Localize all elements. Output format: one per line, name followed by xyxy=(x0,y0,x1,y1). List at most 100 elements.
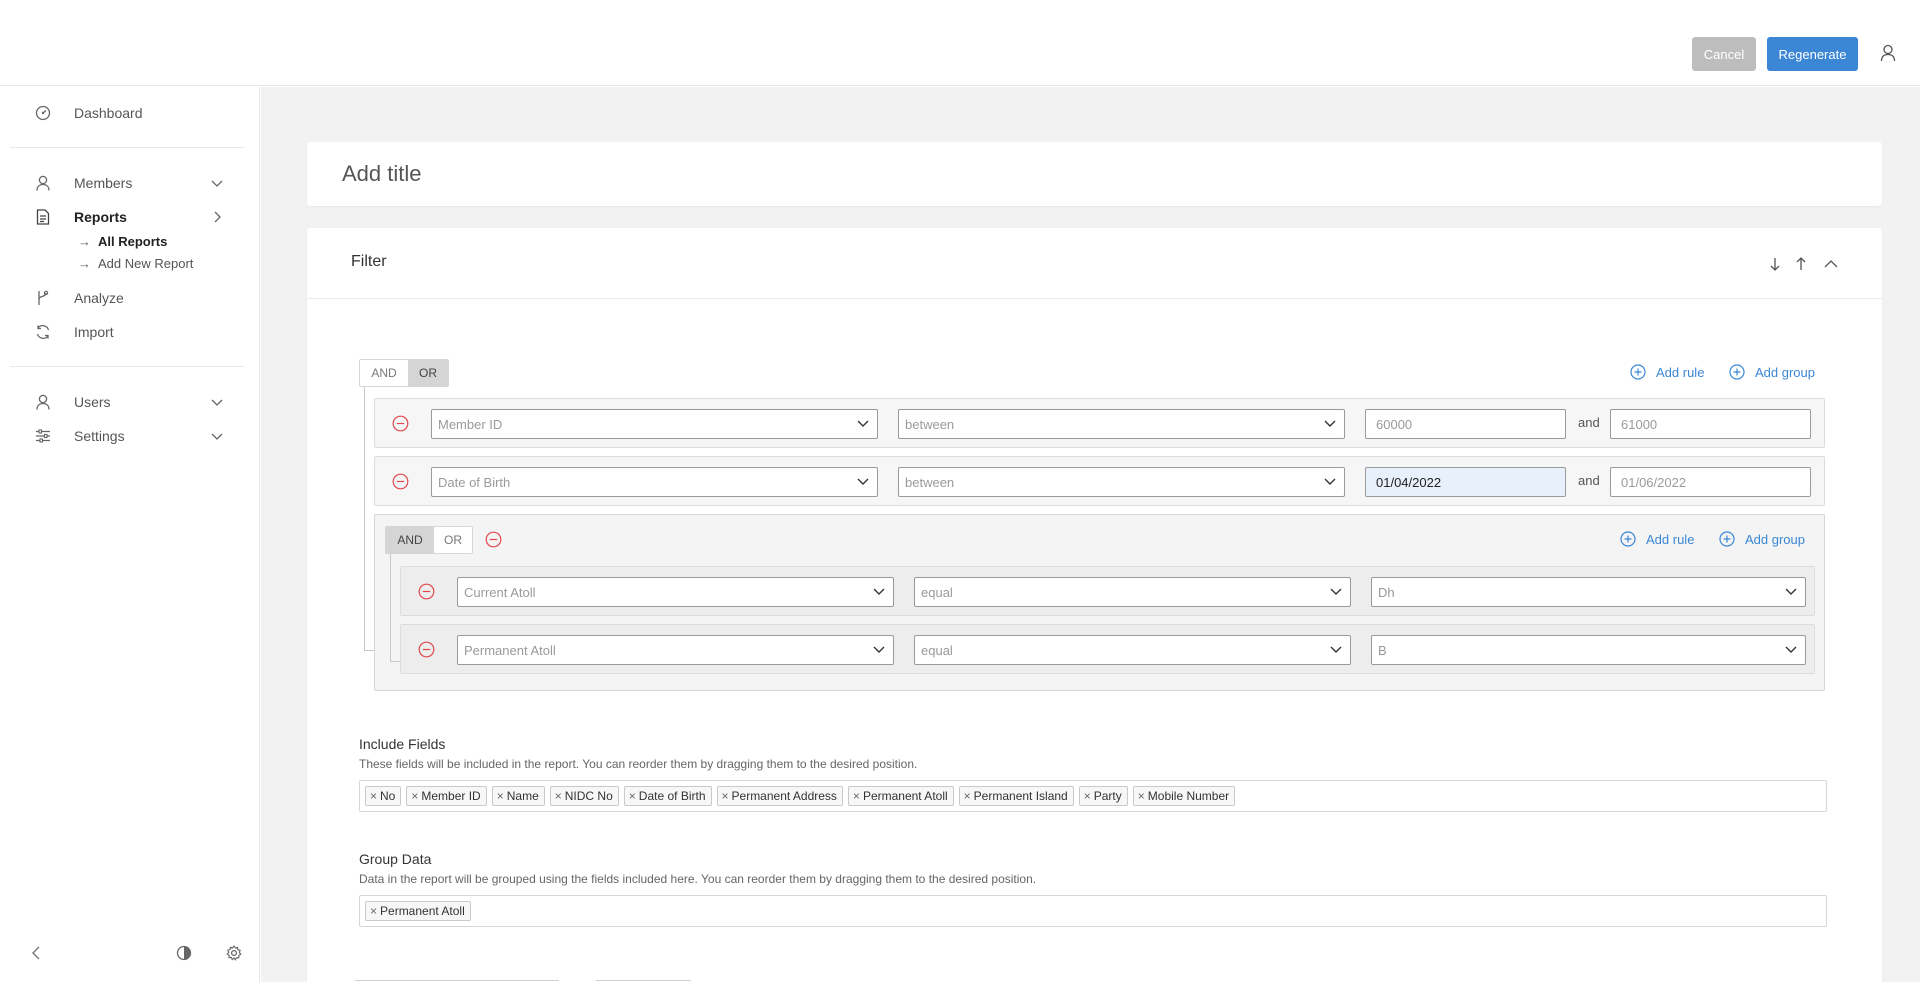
sidebar-divider xyxy=(10,147,244,148)
remove-tag-icon[interactable]: × xyxy=(370,904,377,918)
chevron-down-icon xyxy=(1785,588,1797,595)
sidebar-item-users[interactable]: Users xyxy=(10,387,260,417)
and-toggle[interactable]: AND xyxy=(386,527,434,553)
field-select[interactable]: Member ID xyxy=(431,409,878,439)
include-fields-tag-input[interactable]: × No × Member ID × Name × NIDC No × Date of Birth… xyxy=(359,780,1827,812)
remove-tag-icon[interactable]: × xyxy=(370,789,377,803)
remove-rule-icon[interactable] xyxy=(392,415,409,432)
remove-group-icon[interactable] xyxy=(485,531,502,548)
title-input[interactable]: Add title xyxy=(342,161,422,187)
value-input-to[interactable]: 61000 xyxy=(1610,409,1811,439)
sidebar: Dashboard Members Reports → All Reports … xyxy=(10,87,260,982)
tree-connector xyxy=(390,661,400,662)
add-rule-button[interactable]: Add rule xyxy=(1630,364,1704,380)
add-group-button[interactable]: Add group xyxy=(1729,364,1815,380)
add-rule-label: Add rule xyxy=(1646,531,1695,547)
gear-icon[interactable] xyxy=(225,944,243,962)
value-text: 60000 xyxy=(1376,416,1413,432)
tag-label: Permanent Atoll xyxy=(862,789,948,803)
value-input-from[interactable]: 60000 xyxy=(1365,409,1566,439)
or-toggle[interactable]: OR xyxy=(434,527,472,553)
tag-label: Name xyxy=(506,789,539,803)
arrow-right-icon: → xyxy=(78,234,91,249)
field-tag[interactable]: × Permanent Atoll xyxy=(365,901,471,921)
contrast-icon[interactable] xyxy=(175,944,193,962)
remove-tag-icon[interactable]: × xyxy=(555,789,562,803)
root-condition-toggle: AND OR xyxy=(359,359,449,387)
value-text: 01/04/2022 xyxy=(1376,474,1442,490)
sidebar-item-dashboard[interactable]: Dashboard xyxy=(10,98,260,128)
field-tag[interactable]: × Name xyxy=(491,786,545,806)
remove-tag-icon[interactable]: × xyxy=(629,789,636,803)
sidebar-subitem-add-new-report[interactable]: → Add New Report xyxy=(78,256,193,271)
between-and-label: and xyxy=(1578,415,1600,430)
field-tag[interactable]: × Party xyxy=(1078,786,1128,806)
chevron-up-icon[interactable] xyxy=(1823,256,1839,272)
remove-tag-icon[interactable]: × xyxy=(1084,789,1091,803)
operator-select[interactable]: equal xyxy=(914,635,1351,665)
operator-select[interactable]: between xyxy=(898,467,1345,497)
value-input-to[interactable]: 01/06/2022 xyxy=(1610,467,1811,497)
field-tag[interactable]: × Date of Birth xyxy=(623,786,712,806)
chevron-down-icon xyxy=(857,420,869,427)
remove-tag-icon[interactable]: × xyxy=(722,789,729,803)
field-tag[interactable]: × Mobile Number xyxy=(1132,786,1236,806)
sidebar-item-settings[interactable]: Settings xyxy=(10,421,260,451)
plus-circle-icon xyxy=(1729,364,1745,380)
remove-tag-icon[interactable]: × xyxy=(411,789,418,803)
chevron-down-icon xyxy=(873,588,885,595)
add-group-button[interactable]: Add group xyxy=(1719,531,1805,547)
operator-select[interactable]: between xyxy=(898,409,1345,439)
sidebar-item-import[interactable]: Import xyxy=(10,317,260,347)
sidebar-item-label: Dashboard xyxy=(74,105,143,121)
and-toggle[interactable]: AND xyxy=(360,360,408,386)
remove-tag-icon[interactable]: × xyxy=(497,789,504,803)
sidebar-subitem-all-reports[interactable]: → All Reports xyxy=(78,234,167,249)
value-input-from[interactable]: 01/04/2022 xyxy=(1365,467,1566,497)
top-bar: Cancel Regenerate xyxy=(0,0,1920,86)
field-select[interactable]: Permanent Atoll xyxy=(457,635,894,665)
value-select[interactable]: Dh xyxy=(1371,577,1806,607)
value-text: 61000 xyxy=(1621,416,1658,432)
remove-rule-icon[interactable] xyxy=(418,583,435,600)
remove-tag-icon[interactable]: × xyxy=(853,789,860,803)
sidebar-item-members[interactable]: Members xyxy=(10,168,260,198)
rule-row: Date of Birth between 01/04/2022 and 01/… xyxy=(374,456,1825,506)
field-select[interactable]: Current Atoll xyxy=(457,577,894,607)
user-icon xyxy=(34,174,52,192)
field-tag[interactable]: × No xyxy=(365,786,402,806)
subitem-label: Add New Report xyxy=(98,256,194,271)
field-tag[interactable]: × Permanent Address xyxy=(716,786,843,806)
arrow-up-icon[interactable] xyxy=(1793,256,1809,272)
filter-header: Filter xyxy=(307,228,1882,299)
remove-tag-icon[interactable]: × xyxy=(964,789,971,803)
remove-rule-icon[interactable] xyxy=(418,641,435,658)
regenerate-button[interactable]: Regenerate xyxy=(1767,37,1858,71)
sidebar-item-reports[interactable]: Reports xyxy=(10,202,260,232)
rule-row: Member ID between 60000 and 61000 xyxy=(374,398,1825,448)
operator-select[interactable]: equal xyxy=(914,577,1351,607)
field-tag[interactable]: × Member ID xyxy=(406,786,487,806)
field-select[interactable]: Date of Birth xyxy=(431,467,878,497)
value-select[interactable]: B xyxy=(1371,635,1806,665)
group-data-tag-input[interactable]: × Permanent Atoll xyxy=(359,895,1827,927)
tag-label: No xyxy=(380,789,396,803)
remove-tag-icon[interactable]: × xyxy=(1138,789,1145,803)
arrow-down-icon[interactable] xyxy=(1767,256,1783,272)
tag-label: Member ID xyxy=(421,789,481,803)
title-card: Add title xyxy=(307,142,1882,206)
bottom-fragment xyxy=(355,980,559,981)
sidebar-item-analyze[interactable]: Analyze xyxy=(10,283,260,313)
user-icon[interactable] xyxy=(1880,44,1896,62)
collapse-left-icon[interactable] xyxy=(27,944,45,962)
cancel-button[interactable]: Cancel xyxy=(1692,37,1756,71)
or-toggle[interactable]: OR xyxy=(408,360,448,386)
remove-rule-icon[interactable] xyxy=(392,473,409,490)
rule-group: AND OR Add rule Add group Current Atoll … xyxy=(374,514,1825,691)
field-tag[interactable]: × Permanent Island xyxy=(958,786,1074,806)
field-tag[interactable]: × Permanent Atoll xyxy=(847,786,954,806)
add-rule-button[interactable]: Add rule xyxy=(1620,531,1694,547)
chevron-down-icon xyxy=(1330,588,1342,595)
field-tag[interactable]: × NIDC No xyxy=(549,786,619,806)
sidebar-item-label: Settings xyxy=(74,428,125,444)
